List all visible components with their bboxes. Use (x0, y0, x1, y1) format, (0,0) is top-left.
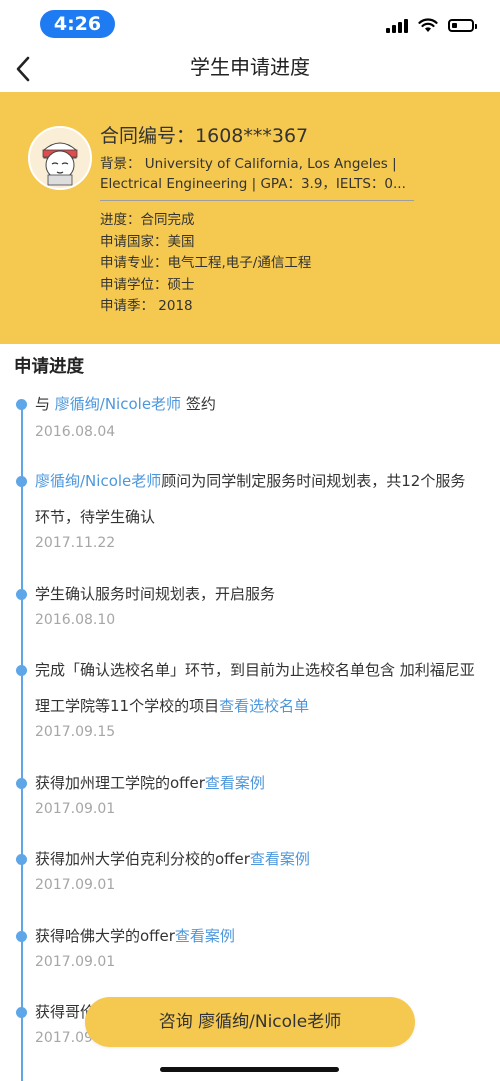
timeline-date: 2017.11.22 (35, 535, 116, 551)
view-case-link[interactable]: 查看案例 (175, 927, 235, 945)
apply-country: 申请国家：美国 (100, 233, 195, 250)
background-line-2: Electrical Engineering | GPA：3.9，IELTS：0… (100, 176, 406, 192)
status-icons (386, 14, 477, 36)
view-case-link[interactable]: 查看案例 (250, 850, 310, 868)
timeline-text: 学生确认服务时间规划表，开启服务 (35, 585, 276, 603)
timeline-dot (16, 854, 27, 865)
timeline-line (21, 404, 23, 1081)
timeline-text: 获得哈佛大学的offer查看案例 (35, 927, 235, 945)
timeline-text: 获得加州大学伯克利分校的offer查看案例 (35, 850, 310, 868)
apply-major: 申请专业：电气工程,电子/通信工程 (100, 255, 312, 271)
divider (100, 200, 414, 201)
application-info: 进度：合同完成 申请国家：美国 申请专业：电气工程,电子/通信工程 申请学位：硕… (100, 210, 311, 318)
battery-icon (448, 18, 477, 32)
cartoon-student-icon (30, 128, 90, 188)
contract-label: 合同编号： (100, 125, 196, 147)
apply-degree: 申请学位：硕士 (100, 276, 195, 293)
contract-number: 合同编号：1608***367 (100, 121, 308, 148)
timeline-dot (16, 399, 27, 410)
background-line-1: 背景： University of California, Los Angele… (100, 156, 397, 172)
cellular-signal-icon (386, 17, 408, 33)
timeline-dot (16, 931, 27, 942)
timeline-date: 2017.09.15 (35, 724, 116, 740)
status-time: 4:26 (40, 10, 115, 38)
consult-advisor-button[interactable]: 咨询 廖循绚/Nicole老师 (85, 997, 415, 1047)
home-indicator (160, 1067, 339, 1072)
view-school-list-link[interactable]: 查看选校名单 (219, 697, 309, 715)
nav-bar: 学生申请进度 (0, 46, 500, 92)
timeline-text: 获得加州理工学院的offer查看案例 (35, 774, 265, 792)
advisor-link[interactable]: 廖循绚/Nicole老师 (35, 472, 161, 490)
timeline-dot (16, 476, 27, 487)
background-info: 背景： University of California, Los Angele… (100, 154, 415, 194)
page-title: 学生申请进度 (190, 55, 310, 79)
timeline-dot (16, 778, 27, 789)
section-title: 申请进度 (14, 357, 84, 377)
contract-value: 1608***367 (195, 125, 309, 147)
view-case-link[interactable]: 查看案例 (205, 774, 265, 792)
timeline-date: 2016.08.04 (35, 424, 116, 440)
status-bar: 4:26 (0, 0, 500, 46)
wifi-icon (418, 17, 438, 32)
avatar (28, 126, 92, 190)
progress-status: 进度：合同完成 (100, 212, 195, 228)
timeline-date: 2017.09.01 (35, 877, 116, 893)
timeline-text: 廖循绚/Nicole老师顾问为同学制定服务时间规划表，共12个服务环节，待学生确… (35, 472, 466, 526)
apply-season: 申请季： 2018 (100, 298, 193, 314)
advisor-link[interactable]: 廖循绚/Nicole老师 (55, 395, 181, 413)
timeline-dot (16, 1007, 27, 1018)
timeline-text: 完成「确认选校名单」环节，到目前为止选校名单包含 加利福尼亚理工学院等11个学校… (35, 661, 475, 715)
timeline-text: 与 廖循绚/Nicole老师 签约 (35, 395, 216, 413)
timeline-date: 2017.09.01 (35, 801, 116, 817)
timeline-dot (16, 589, 27, 600)
timeline-date: 2017.09.01 (35, 954, 116, 970)
timeline-date: 2016.08.10 (35, 612, 116, 628)
timeline-dot (16, 665, 27, 676)
